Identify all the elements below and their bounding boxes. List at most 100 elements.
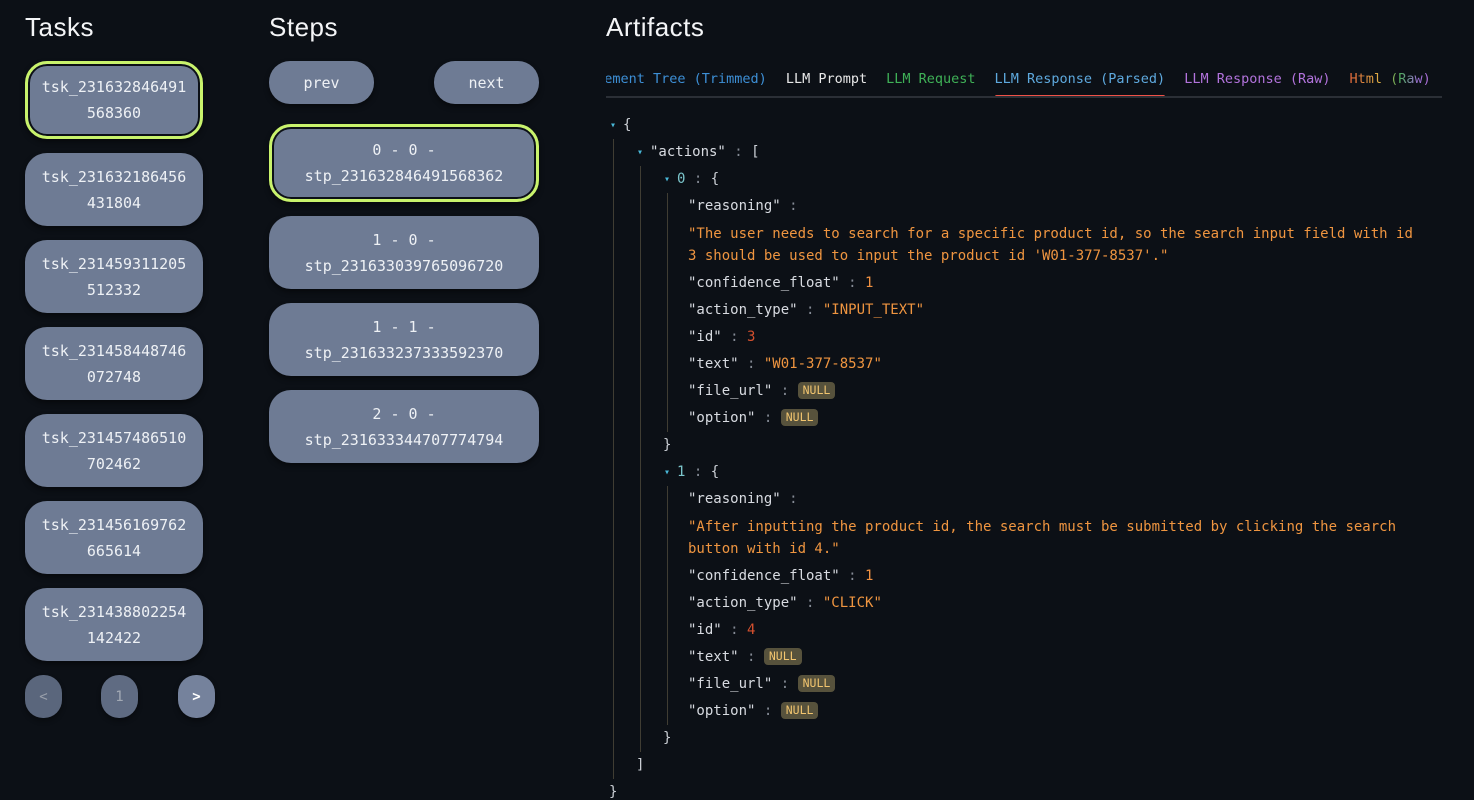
- indent-guide: [613, 378, 640, 405]
- indent-guide: [640, 297, 667, 324]
- indent-guide: [640, 644, 667, 671]
- tree-content: "action_type" : "INPUT_TEXT": [688, 297, 924, 324]
- tree-content: }: [663, 725, 671, 752]
- tasks-panel: Tasks tsk_231632846491568360tsk_23163218…: [25, 12, 203, 719]
- tab-element-tree-trimmed[interactable]: Element Tree (Trimmed): [606, 71, 767, 87]
- tab-llm-prompt[interactable]: LLM Prompt: [786, 71, 867, 87]
- prev-step-button[interactable]: prev: [269, 61, 374, 104]
- tree-content: "action_type" : "CLICK": [688, 590, 882, 617]
- token-key: "confidence_float": [688, 275, 840, 291]
- indent-guide: [667, 378, 688, 405]
- tab-html-raw[interactable]: Html (Raw): [1350, 71, 1431, 87]
- indent-guide: [667, 644, 688, 671]
- tab-llm-response-parsed[interactable]: LLM Response (Parsed): [995, 71, 1166, 87]
- token-colon: :: [685, 171, 710, 187]
- task-button-5[interactable]: tsk_231456169762665614: [25, 501, 203, 574]
- tree-content: ]: [636, 752, 644, 779]
- tree-content: "option" : NULL: [688, 405, 818, 432]
- tree-line: "action_type" : "INPUT_TEXT": [606, 297, 1442, 324]
- indent-guide: [667, 193, 688, 220]
- task-button-0[interactable]: tsk_231632846491568360: [25, 61, 203, 139]
- collapse-arrow-icon[interactable]: ▾: [605, 112, 621, 139]
- step-button-0[interactable]: 0 - 0 - stp_231632846491568362: [269, 124, 539, 202]
- indent-guide: [613, 193, 640, 220]
- null-badge: NULL: [764, 648, 802, 665]
- tree-line: "option" : NULL: [606, 698, 1442, 725]
- token-colon: :: [840, 275, 865, 291]
- tree-content: "reasoning" :: [688, 486, 798, 513]
- token-key: "file_url": [688, 383, 772, 399]
- token-key: "confidence_float": [688, 568, 840, 584]
- tree-line: "id" : 4: [606, 617, 1442, 644]
- tree-line: "text" : "W01-377-8537": [606, 351, 1442, 378]
- collapse-arrow-icon[interactable]: ▾: [632, 139, 648, 166]
- token-str: "W01-377-8537": [764, 356, 882, 372]
- tree-line: "The user needs to search for a specific…: [606, 220, 1442, 270]
- tree-line: "text" : NULL: [606, 644, 1442, 671]
- token-colon: :: [685, 464, 710, 480]
- pagination-next-button[interactable]: >: [178, 675, 215, 718]
- task-button-6[interactable]: tsk_231438802254142422: [25, 588, 203, 661]
- indent-guide: [613, 297, 640, 324]
- indent-guide: [613, 671, 640, 698]
- null-badge: NULL: [798, 675, 836, 692]
- tree-line: "confidence_float" : 1: [606, 270, 1442, 297]
- indent-guide: [640, 590, 667, 617]
- token-key: "reasoning": [688, 491, 781, 507]
- step-button-1[interactable]: 1 - 0 - stp_231633039765096720: [269, 216, 539, 289]
- artifacts-tab-bar: Element Tree (Trimmed) LLM Prompt LLM Requ…: [606, 71, 1442, 98]
- collapse-arrow-icon[interactable]: ▾: [659, 166, 675, 193]
- tree-line: "id" : 3: [606, 324, 1442, 351]
- task-list: tsk_231632846491568360 tsk_23163218645643…: [25, 61, 203, 661]
- token-colon: :: [726, 144, 751, 160]
- indent-guide: [640, 351, 667, 378]
- indent-guide: [613, 486, 640, 513]
- step-button-3[interactable]: 2 - 0 - stp_231633344707774794: [269, 390, 539, 463]
- indent-guide: [640, 378, 667, 405]
- token-int: 3: [747, 329, 755, 345]
- task-button-2[interactable]: tsk_231459311205512332: [25, 240, 203, 313]
- indent-guide: [613, 590, 640, 617]
- task-button-4[interactable]: tsk_231457486510702462: [25, 414, 203, 487]
- pagination-page-button[interactable]: 1: [101, 675, 138, 718]
- indent-guide: [613, 405, 640, 432]
- task-button-1[interactable]: tsk_231632186456431804: [25, 153, 203, 226]
- steps-panel: Steps prev next 0 - 0 - stp_231632846491…: [269, 12, 539, 477]
- pagination-prev-button[interactable]: <: [25, 675, 62, 718]
- step-button-2[interactable]: 1 - 1 - stp_231633237333592370: [269, 303, 539, 376]
- token-key: "reasoning": [688, 198, 781, 214]
- json-tree-viewer: ▾{▾"actions" : [▾0 : {"reasoning" :"The …: [606, 112, 1442, 800]
- next-step-button[interactable]: next: [434, 61, 539, 104]
- indent-guide: [667, 486, 688, 513]
- token-str: "The user needs to search for a specific…: [688, 226, 1421, 264]
- token-colon: :: [722, 329, 747, 345]
- indent-guide: [613, 725, 640, 752]
- tree-line: ▾1 : {: [606, 459, 1442, 486]
- tree-content: {: [623, 112, 631, 139]
- tree-content: "option" : NULL: [688, 698, 818, 725]
- tree-content: "The user needs to search for a specific…: [688, 220, 1428, 270]
- indent-guide: [640, 270, 667, 297]
- tree-content: "id" : 4: [688, 617, 755, 644]
- token-colon: :: [755, 410, 780, 426]
- tree-content: }: [663, 432, 671, 459]
- indent-guide: [640, 671, 667, 698]
- tree-line: }: [606, 432, 1442, 459]
- artifacts-title: Artifacts: [606, 12, 1442, 43]
- tree-line: "action_type" : "CLICK": [606, 590, 1442, 617]
- tab-llm-request[interactable]: LLM Request: [886, 71, 975, 87]
- task-button-3[interactable]: tsk_231458448746072748: [25, 327, 203, 400]
- token-colon: :: [798, 595, 823, 611]
- tree-content: "After inputting the product id, the sea…: [688, 513, 1428, 563]
- tree-line: "reasoning" :: [606, 193, 1442, 220]
- indent-guide: [640, 405, 667, 432]
- tab-llm-response-raw[interactable]: LLM Response (Raw): [1184, 71, 1330, 87]
- token-colon: :: [781, 198, 798, 214]
- step-nav: prev next: [269, 61, 539, 104]
- token-key: "text": [688, 356, 739, 372]
- token-punc: {: [711, 464, 719, 480]
- indent-guide: [613, 270, 640, 297]
- collapse-arrow-icon[interactable]: ▾: [659, 459, 675, 486]
- indent-guide: [640, 563, 667, 590]
- indent-guide: [613, 432, 640, 459]
